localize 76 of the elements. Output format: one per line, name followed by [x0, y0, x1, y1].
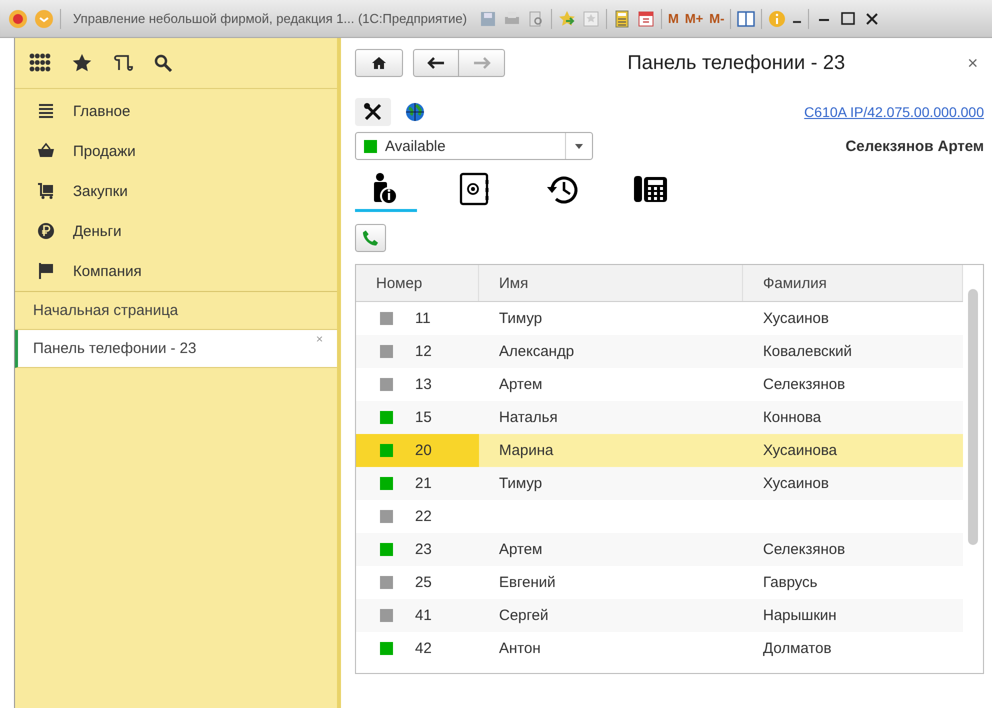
- table-cell: 15: [415, 409, 432, 426]
- table-cell: Александр: [499, 343, 574, 360]
- ruble-coin-icon: [37, 222, 55, 240]
- phone-icon: [362, 229, 379, 247]
- table-cell: Наталья: [499, 409, 558, 426]
- arrow-right-icon: [472, 57, 490, 69]
- table-cell: 20: [415, 442, 432, 459]
- table-cell: Артем: [499, 541, 542, 558]
- column-header[interactable]: Имя: [479, 265, 743, 301]
- flag-icon: [37, 262, 55, 280]
- table-cell: 23: [415, 541, 432, 558]
- section-link[interactable]: Деньги: [73, 222, 122, 240]
- column-header[interactable]: Номер: [356, 265, 479, 301]
- table-cell: Тимур: [499, 310, 542, 327]
- table-cell: Сергей: [499, 607, 548, 624]
- window-title: Управление небольшой фирмой, редакция 1... (1С:Предприятие): [73, 11, 467, 26]
- apps-grid-icon[interactable]: [29, 53, 51, 73]
- table-cell: 12: [415, 343, 432, 360]
- section-link[interactable]: Главное: [73, 102, 130, 120]
- app-logo-icon[interactable]: [8, 8, 28, 28]
- table-cell: 22: [415, 508, 432, 525]
- home-button[interactable]: [355, 49, 403, 77]
- table-cell: Селекзянов: [763, 376, 846, 393]
- arrow-left-icon: [427, 57, 445, 69]
- caret-icon[interactable]: [575, 144, 583, 148]
- table-cell: Долматов: [763, 640, 832, 657]
- status-dropdown[interactable]: Available: [355, 132, 593, 160]
- table-cell: Гаврусь: [763, 574, 818, 591]
- scrollbar-thumb[interactable]: [968, 289, 978, 545]
- call-button[interactable]: [355, 224, 386, 252]
- calculator-icon[interactable]: [613, 10, 631, 28]
- star-icon[interactable]: [71, 53, 93, 73]
- memory-button[interactable]: M: [668, 11, 679, 26]
- open-window-tab[interactable]: Панель телефонии - 23 ×: [15, 330, 337, 368]
- basket-icon: [37, 142, 55, 160]
- table-cell: 11: [415, 310, 431, 327]
- list-icon: [37, 102, 55, 120]
- section-link[interactable]: Продажи: [73, 142, 136, 160]
- maximize-icon[interactable]: [839, 10, 858, 28]
- table-cell: Коннова: [763, 409, 822, 426]
- wrench-screwdriver-icon: [363, 103, 383, 121]
- cart-icon: [37, 182, 55, 200]
- section-link[interactable]: Компания: [73, 262, 142, 280]
- close-button[interactable]: ×: [967, 52, 978, 74]
- status-value: Available: [385, 138, 447, 154]
- settings-button[interactable]: [355, 98, 391, 126]
- panels-icon[interactable]: [737, 10, 756, 28]
- panel-title: Панель телефонии - 23: [626, 52, 846, 74]
- user-name: Селекзянов Артем: [845, 138, 984, 154]
- table-cell: Тимур: [499, 475, 542, 492]
- globe-icon[interactable]: [405, 102, 425, 122]
- table-cell: Антон: [499, 640, 541, 657]
- calendar-icon[interactable]: [637, 10, 655, 28]
- table-cell: 25: [415, 574, 432, 591]
- star-arrow-icon[interactable]: [558, 10, 576, 28]
- section-link[interactable]: Закупки: [73, 182, 128, 200]
- search-icon[interactable]: [153, 53, 173, 73]
- table-cell: Евгений: [499, 574, 556, 591]
- table-cell: Селекзянов: [763, 541, 846, 558]
- table-cell: 21: [415, 475, 432, 492]
- memory-button[interactable]: M-: [709, 11, 724, 26]
- table-cell: 41: [415, 607, 432, 624]
- table-cell: Артем: [499, 376, 542, 393]
- table-cell: Марина: [499, 442, 554, 459]
- table-cell: Ковалевский: [763, 343, 852, 360]
- table-cell: Хусаинов: [763, 475, 829, 492]
- table-cell: Хусаинов: [763, 310, 829, 327]
- table-cell: Нарышкин: [763, 607, 837, 624]
- table-cell: 42: [415, 640, 432, 657]
- device-link[interactable]: C610A IP/42.075.00.000.000: [804, 104, 984, 120]
- back-button[interactable]: [413, 49, 459, 77]
- table-cell: 13: [415, 376, 432, 393]
- table-cell: Хусаинова: [763, 442, 837, 459]
- home-icon: [371, 56, 387, 70]
- memory-button[interactable]: M+: [684, 11, 704, 26]
- history-scroll-icon[interactable]: [113, 53, 133, 73]
